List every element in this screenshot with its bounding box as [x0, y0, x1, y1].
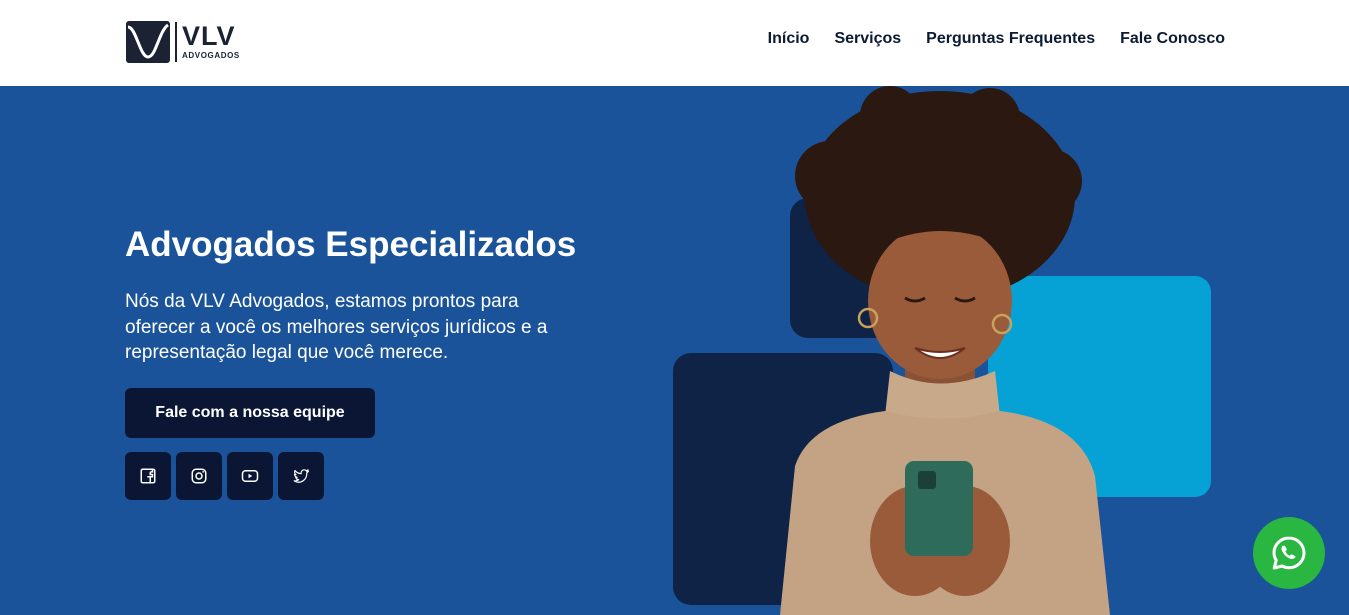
whatsapp-icon	[1272, 536, 1306, 570]
nav-item-servicos[interactable]: Serviços	[834, 30, 901, 48]
instagram-icon	[191, 468, 207, 484]
whatsapp-button[interactable]	[1253, 517, 1325, 589]
social-links	[125, 452, 324, 500]
hero-section: Advogados Especializados Nós da VLV Advo…	[0, 86, 1349, 615]
youtube-icon	[241, 470, 259, 482]
logo-text: VLV ADVOGADOS	[182, 23, 240, 61]
brand-logo[interactable]: VLV ADVOGADOS	[126, 20, 251, 64]
hero-description: Nós da VLV Advogados, estamos prontos pa…	[125, 291, 548, 363]
hero-person-image	[780, 86, 1110, 615]
logo-subtitle: ADVOGADOS	[182, 51, 240, 60]
site-header: VLV ADVOGADOS Início Serviços Perguntas …	[0, 0, 1349, 86]
twitter-link[interactable]	[278, 452, 324, 500]
main-nav: Início Serviços Perguntas Frequentes Fal…	[768, 30, 1225, 48]
facebook-icon	[140, 468, 156, 484]
nav-item-fale-conosco[interactable]: Fale Conosco	[1120, 30, 1225, 48]
nav-item-perguntas-frequentes[interactable]: Perguntas Frequentes	[926, 30, 1095, 48]
hero-title: Advogados Especializados	[125, 225, 577, 264]
logo-name: VLV	[182, 21, 236, 51]
nav-item-inicio[interactable]: Início	[768, 30, 810, 48]
twitter-icon	[293, 469, 310, 483]
instagram-link[interactable]	[176, 452, 222, 500]
logo-mark-icon	[126, 21, 170, 63]
logo-divider	[175, 22, 177, 62]
facebook-link[interactable]	[125, 452, 171, 500]
youtube-link[interactable]	[227, 452, 273, 500]
contact-team-button[interactable]: Fale com a nossa equipe	[125, 388, 375, 438]
